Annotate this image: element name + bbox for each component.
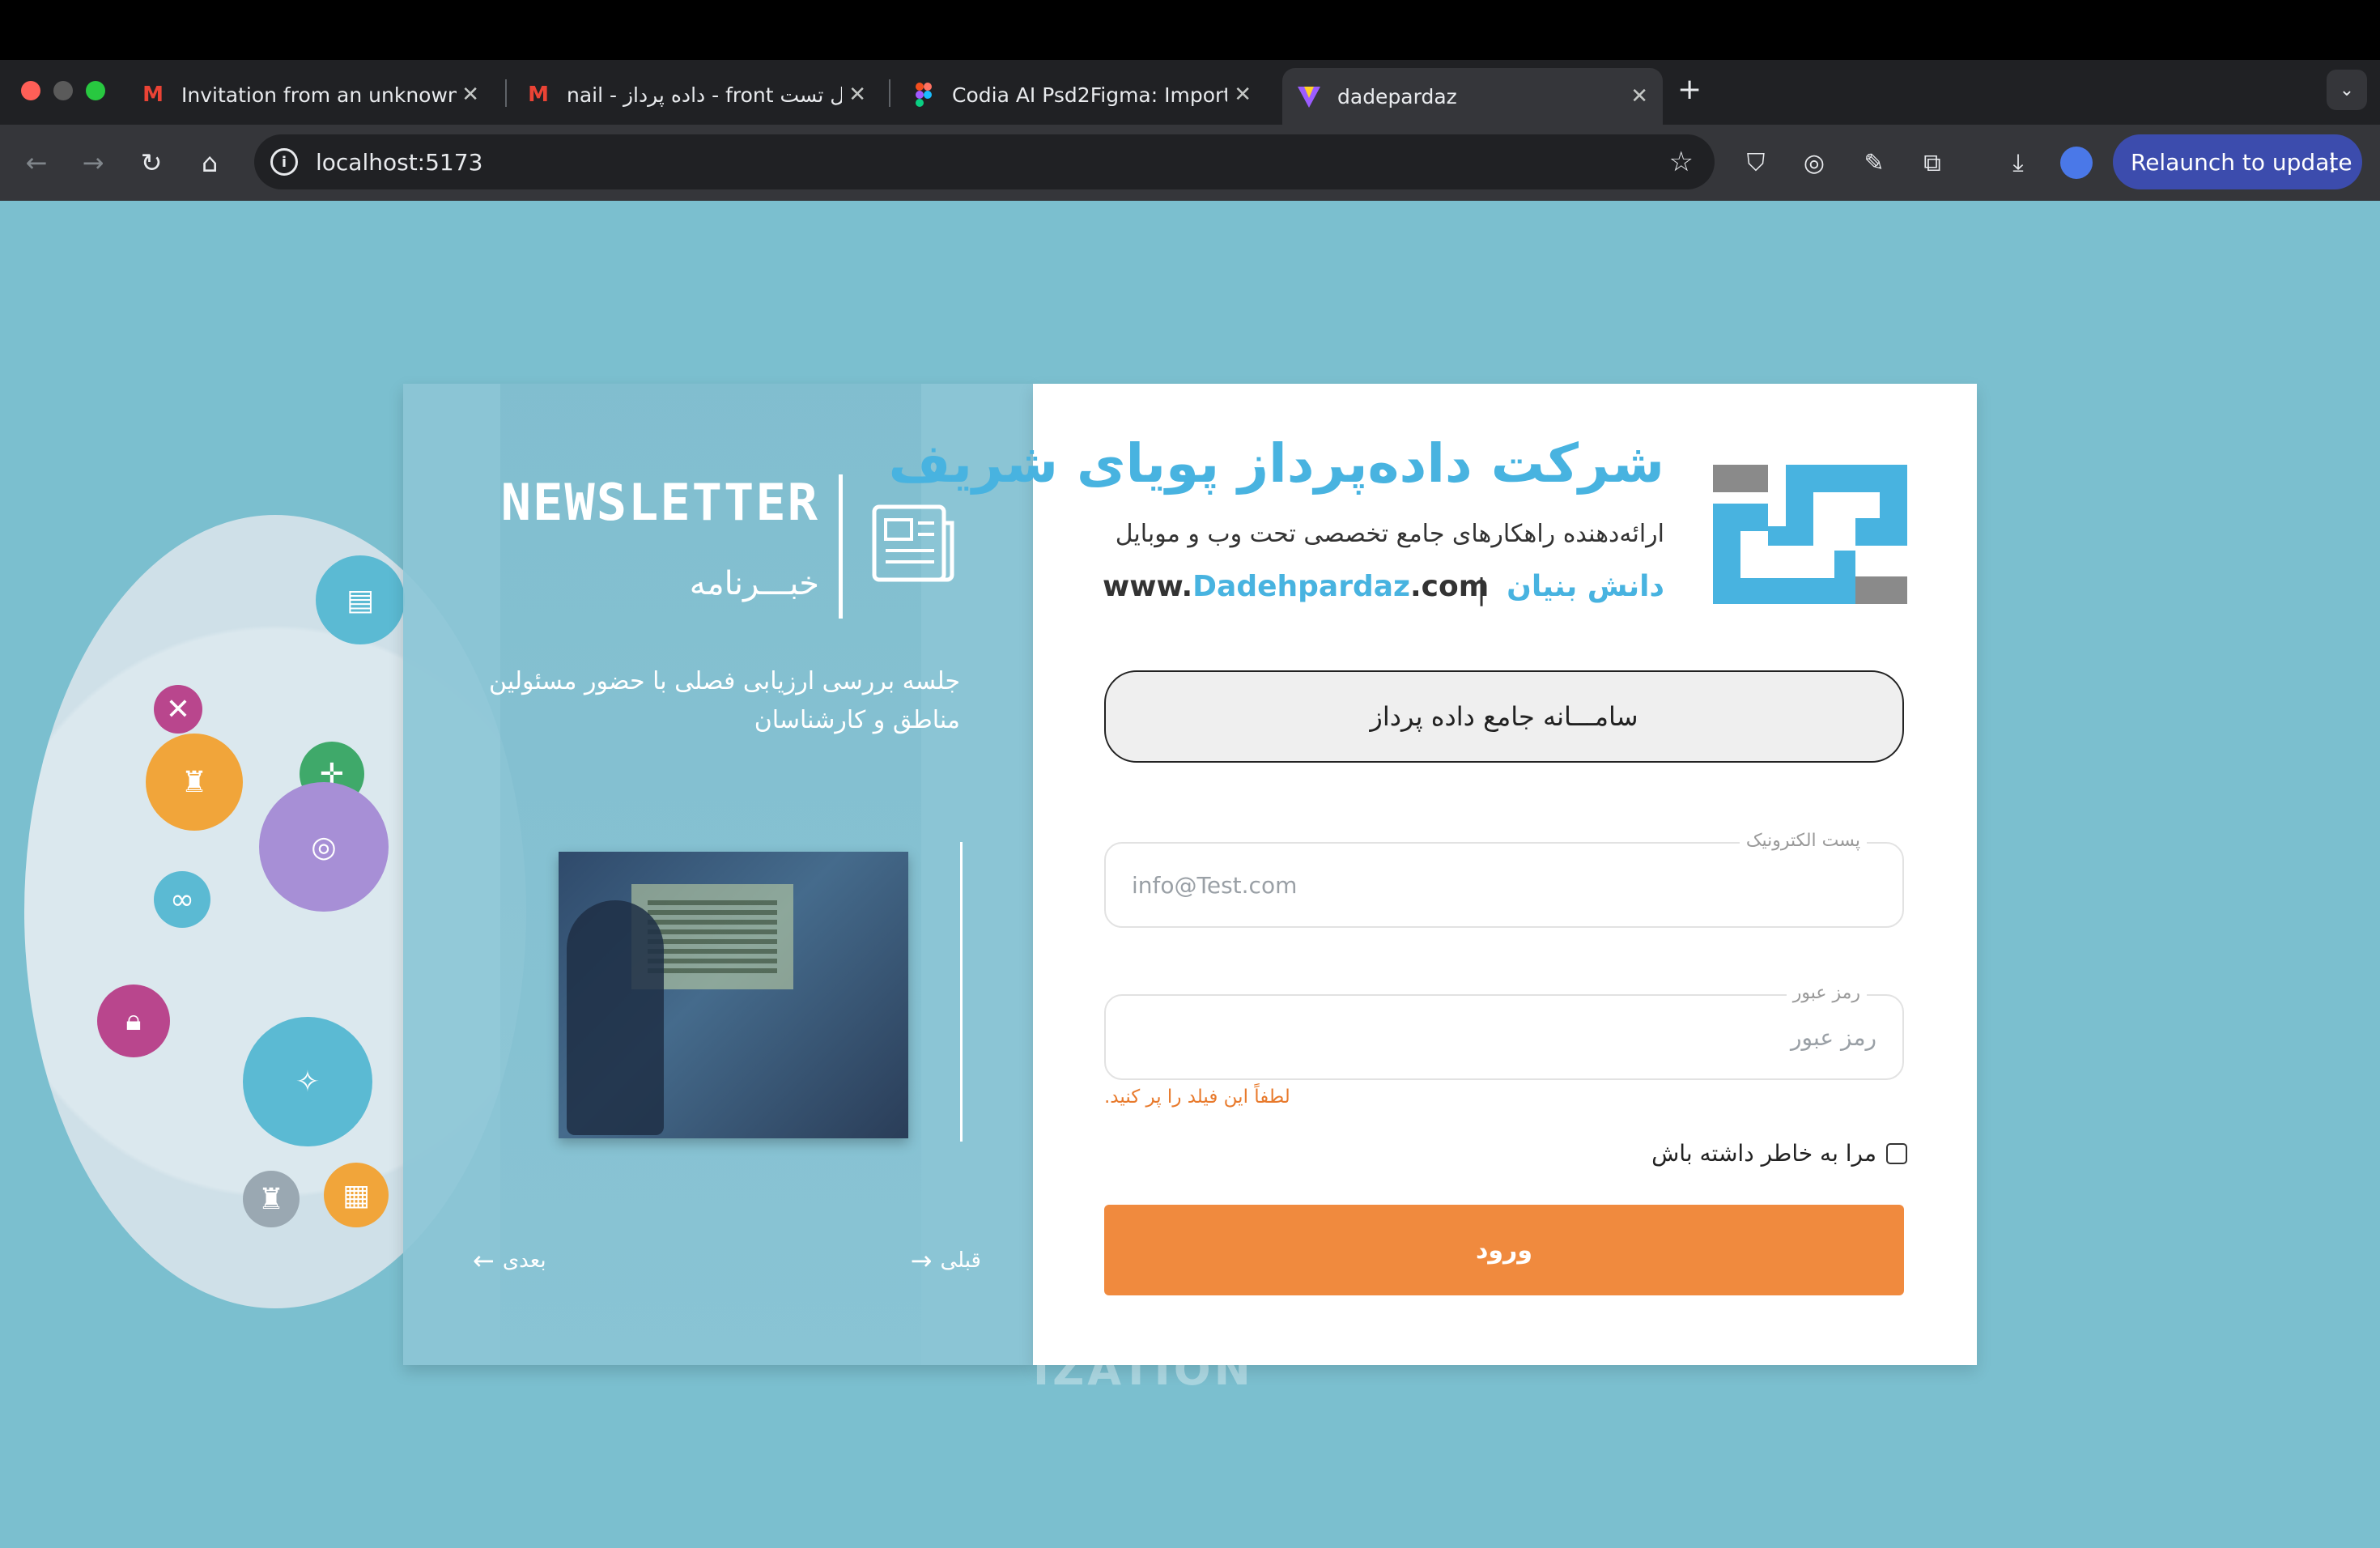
photo-person — [567, 900, 664, 1135]
password-input[interactable] — [1106, 996, 1902, 1078]
system-title-button[interactable]: سامـــانه جامع داده پرداز — [1104, 670, 1904, 763]
more-menu-icon[interactable]: ⋮ — [2320, 148, 2344, 176]
tab-gmail-front[interactable]: M nail - داده پرداز - front فایل تست ✕ — [508, 70, 881, 120]
clipboard-icon: ▦ — [324, 1163, 389, 1227]
newsletter-prev-button[interactable]: قبلی → — [911, 1245, 981, 1276]
newsletter-divider — [839, 474, 843, 619]
brand-separator: | — [1477, 573, 1487, 606]
newsletter-next-button[interactable]: بعدی ← — [473, 1245, 546, 1276]
site-info-icon[interactable]: i — [270, 148, 298, 176]
newsletter-panel: NEWSLETTER خبـــرنامه جلسه بررسی ارزیابی… — [403, 384, 1033, 1365]
login-button[interactable]: ورود — [1104, 1205, 1904, 1295]
link-icon: ∞ — [154, 871, 210, 928]
lighthouse-icon: ♜ — [146, 734, 243, 831]
knowledge-based-label: دانش بنیان — [1507, 570, 1664, 603]
tab-title: Invitation from an unknown se — [181, 83, 457, 107]
newsletter-headline[interactable]: جلسه بررسی ارزیابی فصلی با حضور مسئولین … — [434, 662, 960, 740]
newsletter-vertical-line — [960, 842, 963, 1142]
close-icon[interactable]: ✕ — [1630, 84, 1648, 108]
window-close-button[interactable] — [21, 81, 40, 100]
close-icon[interactable]: ✕ — [1234, 83, 1252, 107]
newspaper-icon — [872, 504, 954, 582]
window-zoom-button[interactable] — [86, 81, 105, 100]
address-bar[interactable]: i localhost:5173 ☆ — [254, 134, 1715, 189]
tab-divider — [889, 79, 890, 107]
new-tab-button[interactable]: + — [1677, 73, 1702, 106]
extensions-puzzle-icon[interactable]: ⧉ — [1914, 144, 1951, 181]
remember-me[interactable]: مرا به خاطر داشته باش — [1651, 1140, 1907, 1167]
login-panel: شرکت داده‌پرداز پویای شریف ارائه‌دهنده ر… — [889, 384, 1977, 1365]
lighthouse-small-icon: ♜ — [243, 1171, 300, 1227]
chart-icon: ▤ — [316, 555, 405, 644]
gmail-icon: M — [142, 83, 164, 107]
tab-title: Codia AI Psd2Figma: Import a — [952, 83, 1227, 107]
newsletter-title: NEWSLETTER — [500, 473, 819, 532]
eyedropper-icon[interactable]: ✎ — [1855, 144, 1893, 181]
password-field: رمز عبور — [1104, 983, 1904, 1080]
target-icon[interactable]: ◎ — [1796, 144, 1833, 181]
arrow-left-icon: ← — [473, 1245, 495, 1276]
password-error-message: لطفاً این فیلد را پر کنید. — [1104, 1087, 1290, 1108]
prev-label: قبلی — [940, 1248, 981, 1273]
tab-gmail-invitation[interactable]: M Invitation from an unknown se ✕ — [121, 70, 494, 120]
home-button[interactable]: ⌂ — [191, 144, 228, 181]
website-prefix: www. — [1103, 570, 1193, 603]
email-field: پست الکترونیک — [1104, 831, 1904, 928]
arrow-right-icon: → — [910, 1245, 933, 1276]
vite-icon — [1295, 83, 1323, 110]
tab-search-button[interactable]: ⌄ — [2327, 70, 2367, 110]
newsletter-photo[interactable] — [559, 852, 908, 1138]
reload-button[interactable]: ↻ — [133, 144, 170, 181]
tab-divider — [505, 79, 507, 107]
tab-dadepardaz[interactable]: dadepardaz ✕ — [1282, 68, 1663, 125]
remember-me-checkbox[interactable] — [1886, 1142, 1907, 1164]
email-input[interactable] — [1106, 844, 1902, 926]
tools-icon: ✕ — [154, 685, 202, 734]
photo-code-lines — [648, 900, 777, 973]
company-tagline: ارائه‌دهنده راهکارهای جامع تخصصی تحت وب … — [1115, 520, 1664, 548]
company-name: شرکت داده‌پرداز پویای شریف — [888, 432, 1664, 495]
next-label: بعدی — [502, 1248, 546, 1273]
tab-codia[interactable]: Codia AI Psd2Figma: Import a ✕ — [894, 70, 1266, 120]
compass-icon: ✧ — [243, 1017, 372, 1146]
macos-menu-bar — [0, 0, 2380, 60]
bookmark-star-icon[interactable]: ☆ — [1669, 146, 1694, 178]
relaunch-label: Relaunch to update — [2131, 148, 2352, 176]
website-highlight: Dadehpardaz — [1192, 570, 1410, 603]
tab-title: nail - داده پرداز - front فایل تست — [567, 83, 842, 107]
target-icon: ◎ — [259, 782, 389, 912]
company-website: www.Dadehpardaz.com — [1103, 570, 1489, 603]
company-logo-icon — [1713, 465, 1907, 604]
background-watermark-text: IZATION — [1033, 1344, 1254, 1395]
download-icon[interactable]: ⤓ — [2000, 144, 2037, 181]
gmail-icon: M — [528, 83, 549, 107]
remember-me-label: مرا به خاطر داشته باش — [1651, 1140, 1876, 1167]
newsletter-subtitle: خبـــرنامه — [689, 565, 819, 602]
shield-icon[interactable]: ⛉ — [1737, 144, 1774, 181]
window-minimize-button[interactable] — [53, 81, 73, 100]
tab-title: dadepardaz — [1337, 84, 1457, 108]
lock-icon: 🔒︎ — [97, 985, 170, 1057]
back-button[interactable]: ← — [18, 144, 55, 181]
forward-button[interactable]: → — [74, 144, 112, 181]
close-icon[interactable]: ✕ — [461, 83, 479, 107]
close-icon[interactable]: ✕ — [848, 83, 866, 107]
relaunch-to-update-button[interactable]: Relaunch to update ⋮ — [2113, 134, 2362, 189]
url-text: localhost:5173 — [316, 148, 483, 176]
figma-icon — [910, 81, 937, 108]
profile-avatar-icon[interactable] — [2058, 144, 2095, 181]
